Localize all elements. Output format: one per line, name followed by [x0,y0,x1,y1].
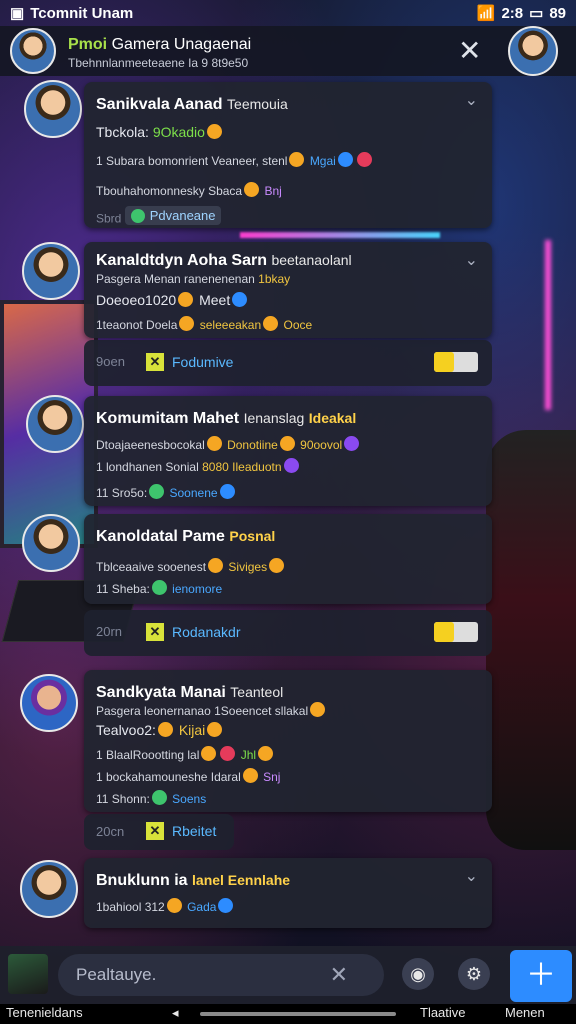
message-card[interactable]: Sandkyata Manai Teanteol Pasgera leonern… [84,670,492,812]
avatar[interactable] [22,514,80,572]
status-left-text: Tcomnit Unam [30,4,134,22]
nav-right-label: Menen [505,1005,545,1020]
battery-icon: ▭ [529,5,544,22]
toggle-switch[interactable] [434,352,478,372]
home-indicator[interactable] [200,1012,396,1016]
message-card[interactable]: Komumitam Mahet Ienanslag Ideakal Dtoaja… [84,396,492,506]
chat-header: Pmoi Gamera Unagaenai Tbehnnlanmeeteaene… [0,26,576,76]
neon-light-strip-vertical [545,240,551,410]
settings-icon[interactable]: ⚙ [458,958,490,990]
back-icon[interactable]: ◂ [172,1005,179,1021]
message-card[interactable]: Kanoldatal Pame Posnal Tblceaaive sooene… [84,514,492,604]
avatar[interactable] [20,674,78,732]
page-title: Pmoi Gamera Unagaenai [68,36,252,53]
system-nav-bar: Tenenieldans ◂ Tlaative Menen [0,1004,576,1024]
reply-icon: ✕ [146,623,164,641]
nav-left-label: Tenenieldans [6,1005,83,1020]
message-composer: Pealtauye. ✕ ◉ ⚙ ＋ [0,946,576,1004]
gaming-chair [486,430,576,850]
avatar[interactable] [10,28,56,74]
reaction-chip[interactable]: Pdvaneane [124,206,222,225]
reply-icon: ✕ [146,822,164,840]
reply-icon: ✕ [146,353,164,371]
notification-icon: ▣ [10,5,25,22]
clear-icon[interactable]: ✕ [330,954,348,996]
chevron-down-icon[interactable]: ⌄ [465,90,478,110]
status-time: 2:8 [501,4,524,22]
status-bar: ▣ Tcomnit Unam 📶 2:8 ▭ 89 [0,0,576,26]
message-action-bar: 9oen ✕ Fodumive [84,340,492,386]
message-input[interactable]: Pealtauye. ✕ [58,954,384,996]
chevron-down-icon[interactable]: ⌄ [465,250,478,270]
nav-mid-label: Tlaative [420,1005,466,1020]
reply-button[interactable]: ✕ Fodumive [146,353,233,371]
emoji-icon [206,124,222,139]
avatar[interactable] [24,80,82,138]
close-icon[interactable]: ✕ [458,34,481,67]
send-button[interactable]: ＋ [510,950,572,1002]
wifi-icon: 📶 [476,5,496,22]
message-action-bar: 20cn ✕ Rbeitet [84,814,234,850]
page-subtitle: Tbehnnlanmeeteaene Ia 9 8t9e50 [68,56,249,70]
emoji-button[interactable]: ◉ [402,958,434,990]
reply-button[interactable]: ✕ Rodanakdr [146,623,241,641]
chevron-down-icon[interactable]: ⌄ [465,866,478,886]
message-action-bar: 20rn ✕ Rodanakdr [84,610,492,656]
message-card[interactable]: Bnuklunn ia lanel Eennlahe ⌄ 1bahiool 31… [84,858,492,928]
toggle-switch[interactable] [434,622,478,642]
avatar[interactable] [8,954,48,994]
message-card[interactable]: Kanaldtdyn Aoha Sarn beetanaolanl ⌄ Pasg… [84,242,492,338]
avatar[interactable] [22,242,80,300]
avatar[interactable] [20,860,78,918]
message-card[interactable]: Sanikvala Aanad Teemouia ⌄ Tbckola: 9Oka… [84,82,492,228]
reply-button[interactable]: ✕ Rbeitet [146,822,216,840]
battery-level: 89 [549,4,566,22]
neon-light-strip [240,232,440,238]
profile-avatar[interactable] [508,26,558,76]
avatar[interactable] [26,395,84,453]
